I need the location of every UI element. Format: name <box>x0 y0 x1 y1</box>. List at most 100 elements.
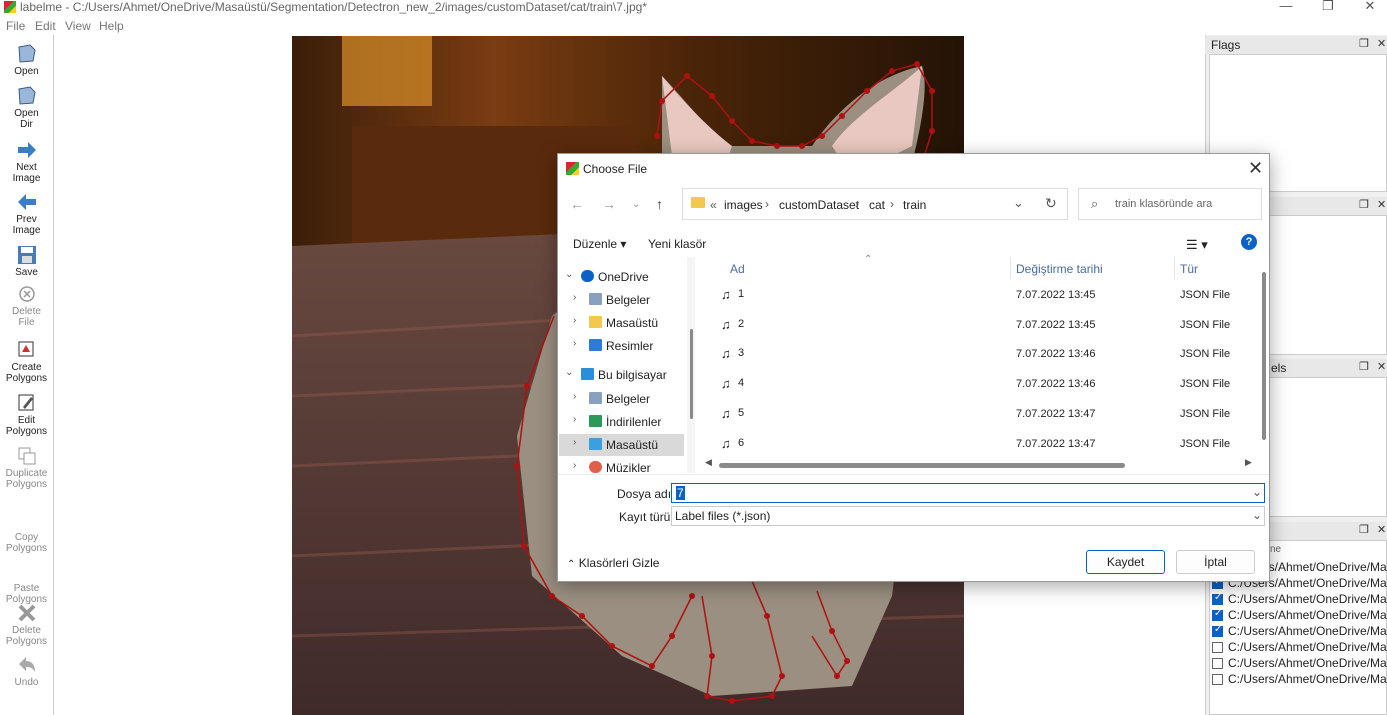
chevron-right-icon[interactable]: › <box>573 315 576 326</box>
checkbox[interactable] <box>1212 608 1223 621</box>
nav-scrollbar[interactable] <box>687 257 695 473</box>
close-icon[interactable]: ✕ <box>1377 37 1386 50</box>
file-list-item[interactable]: C:/Users/Ahmet/OneDrive/Masaü <box>1212 640 1387 656</box>
close-icon[interactable]: ✕ <box>1377 198 1386 211</box>
chevron-right-icon[interactable]: › <box>573 414 576 425</box>
menu-view[interactable]: View <box>65 19 91 33</box>
file-row[interactable]: ♫ 6 7.07.2022 13:47 JSON File <box>718 433 1258 463</box>
address-bar[interactable]: « images › customDataset › cat › train ⌄… <box>682 188 1068 220</box>
chevron-right-icon[interactable]: › <box>573 391 576 402</box>
menu-file[interactable]: File <box>6 19 25 33</box>
tool-prev-image-button[interactable]: Prev Image <box>0 192 53 236</box>
checkbox[interactable] <box>1212 674 1223 685</box>
column-date[interactable]: Değiştirme tarihi <box>1016 262 1103 276</box>
tool-open-button[interactable]: Open <box>0 44 53 77</box>
tool-delete-polygons-button[interactable]: Delete Polygons <box>0 603 53 647</box>
file-list-item[interactable]: C:/Users/Ahmet/OneDrive/Masaü <box>1212 624 1387 640</box>
tool-create-polygons-button[interactable]: Create Polygons <box>0 340 53 384</box>
tool-copy-polygons-button[interactable]: Copy Polygons <box>0 510 53 554</box>
file-list-item[interactable]: C:/Users/Ahmet/OneDrive/Masaü <box>1212 672 1387 688</box>
nav-item-belgeler[interactable]: › Belgeler <box>559 388 684 410</box>
chevron-down-icon[interactable]: ⌄ <box>1252 485 1262 499</box>
nav-item-müzikler[interactable]: › Müzikler <box>559 457 684 473</box>
chevron-down-icon[interactable]: ⌄ <box>565 269 573 280</box>
cancel-button[interactable]: İptal <box>1176 550 1255 574</box>
chevron-down-icon[interactable]: ⌄ <box>565 367 573 378</box>
up-icon[interactable]: ↑ <box>656 196 663 212</box>
checkbox[interactable] <box>1212 624 1223 637</box>
hide-folders-toggle[interactable]: ⌃ Klasörleri Gizle <box>567 556 659 570</box>
nav-item-masaüstü[interactable]: › Masaüstü <box>559 312 684 334</box>
nav-item-resimler[interactable]: › Resimler <box>559 335 684 357</box>
float-icon[interactable]: ❐ <box>1359 37 1369 50</box>
tool-undo-button[interactable]: Undo <box>0 655 53 688</box>
column-type[interactable]: Tür <box>1180 262 1198 276</box>
nav-item-i̇ndirilenler[interactable]: › İndirilenler <box>559 411 684 433</box>
tool-delete-file-button[interactable]: Delete File <box>0 284 53 328</box>
breadcrumb-item[interactable]: cat <box>869 198 885 212</box>
float-icon[interactable]: ❐ <box>1359 360 1369 373</box>
close-button[interactable]: ✕ <box>1350 0 1387 15</box>
tool-save-button[interactable]: Save <box>0 245 53 278</box>
nav-item-onedrive[interactable]: ⌄ OneDrive <box>559 266 684 288</box>
tool-open-dir-button[interactable]: Open Dir <box>0 86 53 130</box>
breadcrumb-item[interactable]: customDataset <box>779 198 859 212</box>
organize-menu[interactable]: Düzenle ▾ <box>573 237 626 251</box>
menu-help[interactable]: Help <box>99 19 124 33</box>
nav-item-masaüstü[interactable]: › Masaüstü <box>559 434 684 456</box>
tool-paste-polygons-button[interactable]: Paste Polygons <box>0 561 53 605</box>
tool-next-image-button[interactable]: Next Image <box>0 140 53 184</box>
chevron-right-icon[interactable]: › <box>573 292 576 303</box>
file-row[interactable]: ♫ 2 7.07.2022 13:45 JSON File <box>718 314 1258 344</box>
chevron-right-icon[interactable]: › <box>573 460 576 471</box>
json-file-icon: ♫ <box>721 405 731 421</box>
tool-duplicate-polygons-button[interactable]: Duplicate Polygons <box>0 446 53 490</box>
minimize-button[interactable]: — <box>1266 0 1306 15</box>
back-icon[interactable]: ← <box>570 196 584 212</box>
float-icon[interactable]: ❐ <box>1359 198 1369 211</box>
address-dropdown-icon[interactable]: ⌄ <box>1013 195 1024 211</box>
file-row[interactable]: ♫ 3 7.07.2022 13:46 JSON File <box>718 343 1258 373</box>
filetype-select[interactable]: Label files (*.json) ⌄ <box>671 506 1265 526</box>
file-row[interactable]: ♫ 1 7.07.2022 13:45 JSON File <box>718 284 1258 314</box>
new-folder-button[interactable]: Yeni klasör <box>648 237 706 251</box>
forward-icon[interactable]: → <box>602 196 616 212</box>
close-icon[interactable]: ✕ <box>1377 523 1386 536</box>
app-icon <box>4 1 16 13</box>
file-list-item[interactable]: C:/Users/Ahmet/OneDrive/Masaü <box>1212 592 1387 608</box>
search-input[interactable]: ⌕ train klasöründe ara <box>1078 188 1262 220</box>
checkbox[interactable] <box>1212 658 1223 669</box>
refresh-icon[interactable]: ↻ <box>1045 195 1057 212</box>
save-button[interactable]: Kaydet <box>1086 550 1165 574</box>
menu-edit[interactable]: Edit <box>35 19 56 33</box>
checkbox[interactable] <box>1212 642 1223 653</box>
chevron-right-icon[interactable]: › <box>573 338 576 349</box>
float-icon[interactable]: ❐ <box>1359 523 1369 536</box>
file-row[interactable]: ♫ 4 7.07.2022 13:46 JSON File <box>718 373 1258 403</box>
nav-item-bu-bilgisayar[interactable]: ⌄ Bu bilgisayar <box>559 364 684 386</box>
file-date: 7.07.2022 13:45 <box>1016 318 1096 331</box>
list-vertical-scrollbar[interactable] <box>1262 272 1266 440</box>
filename-input[interactable]: 7 ⌄ <box>671 483 1265 503</box>
tool-edit-polygons-button[interactable]: Edit Polygons <box>0 393 53 437</box>
help-icon[interactable]: ? <box>1241 234 1257 250</box>
maximize-button[interactable]: ❐ <box>1308 0 1348 15</box>
file-list-item[interactable]: C:/Users/Ahmet/OneDrive/Masaü <box>1212 656 1387 672</box>
column-name[interactable]: Ad <box>730 262 745 276</box>
list-horizontal-scrollbar[interactable]: ◀ ▶ <box>703 457 1258 470</box>
checkbox[interactable] <box>1212 592 1223 605</box>
dialog-close-icon[interactable]: ✕ <box>1248 158 1263 179</box>
chevron-up-icon: ⌃ <box>567 559 576 570</box>
file-row[interactable]: ♫ 5 7.07.2022 13:47 JSON File <box>718 403 1258 433</box>
close-icon[interactable]: ✕ <box>1377 360 1386 373</box>
recent-chevron-icon[interactable]: ⌄ <box>632 199 640 210</box>
chevron-right-icon[interactable]: › <box>573 437 576 448</box>
view-options-icon[interactable]: ☰ ▾ <box>1186 237 1208 253</box>
chevron-down-icon[interactable]: ⌄ <box>1252 508 1262 522</box>
breadcrumb-item[interactable]: train <box>903 198 926 212</box>
breadcrumb-item[interactable]: images <box>724 198 763 212</box>
nav-item-belgeler[interactable]: › Belgeler <box>559 289 684 311</box>
file-list-item[interactable]: C:/Users/Ahmet/OneDrive/Masaü <box>1212 608 1387 624</box>
file-path: C:/Users/Ahmet/OneDrive/Masaü <box>1228 672 1387 686</box>
breadcrumb-overflow[interactable]: « <box>710 198 717 212</box>
